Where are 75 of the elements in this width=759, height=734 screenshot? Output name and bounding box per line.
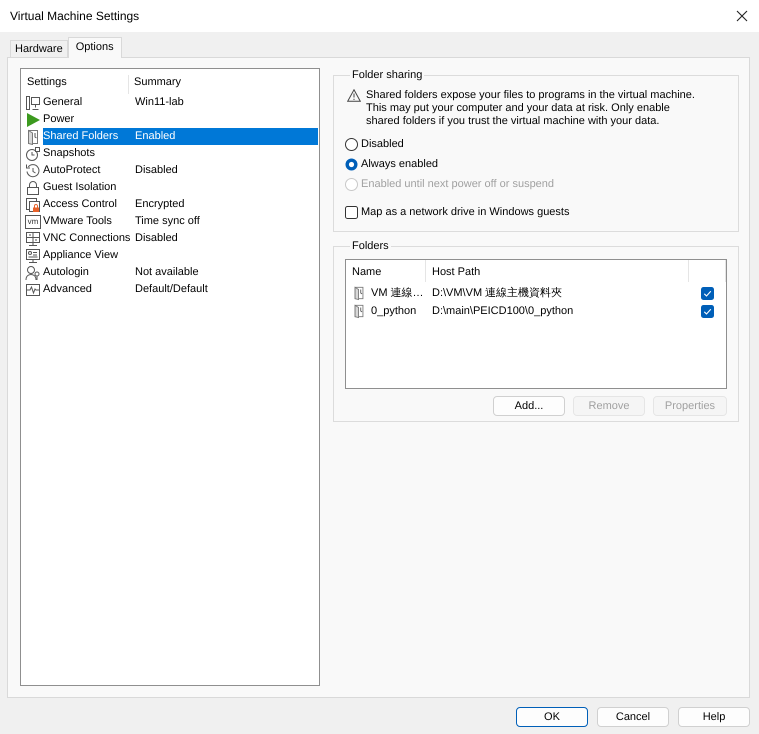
host-path: D:\VM\VM 連線主機資料夾 xyxy=(431,286,564,300)
radio-label: Disabled xyxy=(361,136,404,152)
setting-name: Shared Folders xyxy=(43,129,120,144)
setting-name: Autologin xyxy=(43,265,90,280)
setting-name: AutoProtect xyxy=(43,163,102,178)
lock-icon xyxy=(25,180,41,196)
checkbox[interactable] xyxy=(701,286,714,300)
group-title: Folders xyxy=(351,239,390,254)
setting-summary: Time sync off xyxy=(135,214,200,229)
history-icon xyxy=(25,162,41,178)
settings-item[interactable]: VNC Connections Disabled xyxy=(43,230,318,247)
vm-logo: vm xyxy=(25,214,41,228)
settings-item[interactable]: VMware Tools Time sync off xyxy=(43,213,318,230)
settings-item[interactable]: AutoProtect Disabled xyxy=(43,162,318,179)
clock-icon xyxy=(25,146,41,162)
close-icon[interactable] xyxy=(736,10,748,22)
radio-label: Enabled until next power off or suspend xyxy=(361,176,554,192)
radio-label: Always enabled xyxy=(361,156,438,172)
setting-summary: Enabled xyxy=(135,129,176,144)
host-path: D:\main\PEICD100\0_python xyxy=(431,304,574,318)
folder-name: 0_python xyxy=(371,304,416,318)
folder-button[interactable]: Add... xyxy=(493,396,565,416)
setting-summary: Default/Default xyxy=(135,282,208,297)
settings-item[interactable]: Autologin Not available xyxy=(43,264,318,281)
settings-item[interactable]: General Win11-lab xyxy=(43,94,318,111)
play-icon xyxy=(25,112,41,128)
group-title: Folder sharing xyxy=(351,68,424,83)
setting-name: VNC Connections xyxy=(43,231,132,246)
setting-summary: Not available xyxy=(135,265,199,280)
folder-icon xyxy=(25,128,41,144)
monitor-icon xyxy=(25,94,41,110)
setting-summary: Disabled xyxy=(135,231,178,246)
folder-name: VM 連線… xyxy=(371,286,424,300)
setting-name: Snapshots xyxy=(43,146,96,161)
warning-icon xyxy=(347,89,361,102)
window-title: Virtual Machine Settings xyxy=(10,8,140,24)
column-header[interactable]: Name xyxy=(346,260,426,282)
setting-summary: Win11-lab xyxy=(135,95,184,110)
setting-name: VMware Tools xyxy=(43,214,113,229)
checkbox[interactable] xyxy=(701,304,714,318)
dialog-button[interactable]: Cancel xyxy=(597,707,669,727)
dialog-button[interactable]: OK xyxy=(516,707,588,727)
setting-name: Guest Isolation xyxy=(43,180,118,195)
folder-icon xyxy=(352,285,366,301)
setting-name: General xyxy=(43,95,84,110)
settings-item[interactable]: Snapshots xyxy=(43,145,318,162)
settings-item[interactable]: Power xyxy=(43,111,318,128)
column-header[interactable]: Host Path xyxy=(426,260,689,282)
network-icon xyxy=(25,230,41,246)
checkbox-label: Map as a network drive in Windows guests xyxy=(361,204,570,220)
setting-name: Power xyxy=(43,112,76,127)
settings-item[interactable]: Advanced Default/Default xyxy=(43,281,318,298)
settings-item[interactable]: Guest Isolation xyxy=(43,179,318,196)
radio-button[interactable] xyxy=(345,138,358,150)
dialog-button[interactable]: Help xyxy=(678,707,750,727)
settings-item[interactable]: Shared Folders Enabled xyxy=(43,128,318,145)
folder-icon xyxy=(352,303,366,319)
user-icon xyxy=(25,264,41,280)
setting-name: Access Control xyxy=(43,197,118,212)
pulse-icon xyxy=(25,282,41,298)
setting-summary: Disabled xyxy=(135,163,178,178)
column-header[interactable]: Settings xyxy=(21,75,129,94)
settings-item[interactable]: Appliance View xyxy=(43,247,318,264)
warning-text: Shared folders expose your files to programs in the virtual machine. This may put your computer and your data at risk. Only enable shared folders if you trust the virtual machine with your data. xyxy=(366,89,696,128)
checkbox[interactable] xyxy=(345,206,358,218)
column-header[interactable]: Summary xyxy=(129,75,182,90)
windows-lock-icon xyxy=(25,196,41,212)
setting-summary: Encrypted xyxy=(135,197,185,212)
setting-name: Advanced xyxy=(43,282,93,297)
radio-button[interactable] xyxy=(345,158,358,170)
setting-name: Appliance View xyxy=(43,248,120,263)
tab[interactable]: Hardware xyxy=(10,40,68,57)
tab[interactable]: Options xyxy=(68,37,122,58)
settings-item[interactable]: Access Control Encrypted xyxy=(43,196,318,213)
display-icon xyxy=(25,248,41,264)
